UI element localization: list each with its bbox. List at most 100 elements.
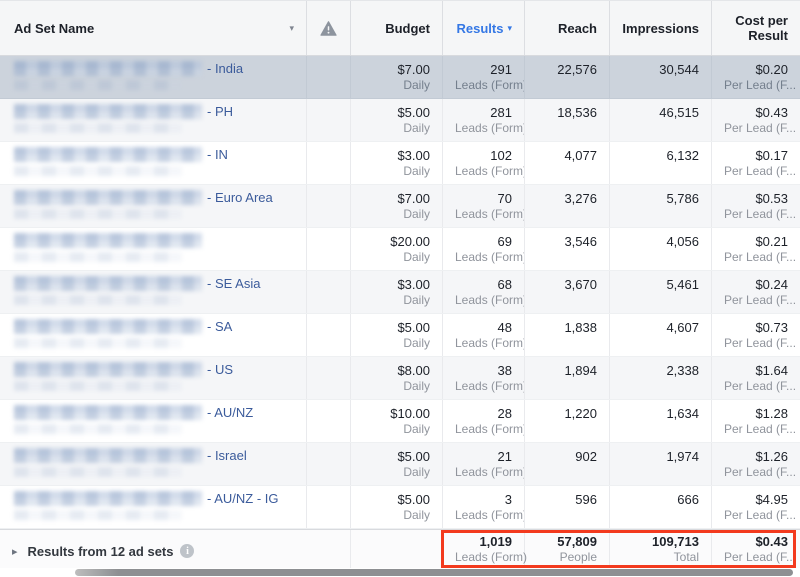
impressions-value: 1,974 [622,449,699,465]
budget-type: Daily [363,250,430,265]
delivery-warning-cell [307,400,351,442]
impressions-cell: 1,634 [610,400,712,442]
budget-value: $10.00 [363,406,430,422]
info-icon[interactable]: i [180,544,194,558]
column-header-results-sorted[interactable]: Results ▾ [443,1,525,55]
reach-value: 22,576 [537,62,597,78]
redacted-ad-set-name [14,491,202,506]
budget-type: Daily [363,465,430,480]
impressions-value: 4,607 [622,320,699,336]
impressions-cell: 5,786 [610,185,712,227]
ad-set-name-suffix[interactable]: - US [207,362,233,377]
chevron-down-icon[interactable]: ▾ [289,24,294,33]
budget-type: Daily [363,336,430,351]
budget-value: $5.00 [363,449,430,465]
impressions-value: 5,461 [622,277,699,293]
ad-set-name-suffix[interactable]: - Israel [207,448,247,463]
cpr-type: Per Lead (F... [724,207,788,222]
budget-cell: $5.00 Daily [351,486,443,528]
column-header-ad-set-name[interactable]: Ad Set Name ▾ [0,1,307,55]
totals-reach-cell: 57,809 People [525,530,610,568]
table-row[interactable]: - SE Asia $3.00 Daily 68 Leads (Form) 3,… [0,271,800,314]
budget-value: $5.00 [363,105,430,121]
table-row[interactable]: - IN $3.00 Daily 102 Leads (Form) 4,077 … [0,142,800,185]
cpr-type: Per Lead (F... [724,465,788,480]
table-row[interactable]: - AU/NZ - IG $5.00 Daily 3 Leads (Form) … [0,486,800,529]
results-type: Leads (Form) [455,250,512,265]
cpr-value: $1.28 [724,406,788,422]
results-type: Leads (Form) [455,508,512,523]
column-header-delivery-warning[interactable] [307,1,351,55]
reach-cell: 902 [525,443,610,485]
reach-header-label: Reach [558,21,597,36]
reach-value: 1,838 [537,320,597,336]
reach-value: 1,220 [537,406,597,422]
budget-type: Daily [363,164,430,179]
impressions-cell: 5,461 [610,271,712,313]
cpr-value: $0.21 [724,234,788,250]
redacted-ad-set-name [14,276,202,291]
ad-set-name-cell: - Israel [0,443,307,485]
reach-value: 3,276 [537,191,597,207]
table-row[interactable]: - PH $5.00 Daily 281 Leads (Form) 18,536… [0,99,800,142]
delivery-warning-cell [307,228,351,270]
ad-set-name-suffix[interactable]: - PH [207,104,233,119]
results-cell: 69 Leads (Form) [443,228,525,270]
impressions-cell: 2,338 [610,357,712,399]
table-row[interactable]: - Israel $5.00 Daily 21 Leads (Form) 902… [0,443,800,486]
column-header-cost-per-result[interactable]: Cost per Result [712,1,800,55]
results-type: Leads (Form) [455,422,512,437]
budget-cell: $7.00 Daily [351,56,443,98]
cpr-header-line2: Result [748,28,788,43]
results-cell: 21 Leads (Form) [443,443,525,485]
table-row[interactable]: - SA $5.00 Daily 48 Leads (Form) 1,838 4… [0,314,800,357]
totals-cpr-cell: $0.43 Per Lead (F... [712,530,800,568]
cpr-cell: $1.64 Per Lead (F... [712,357,800,399]
redacted-status-line [14,80,182,90]
ad-set-name-cell: - India [0,56,307,98]
impressions-cell: 6,132 [610,142,712,184]
reach-value: 1,894 [537,363,597,379]
table-row[interactable]: - US $8.00 Daily 38 Leads (Form) 1,894 2… [0,357,800,400]
delivery-warning-cell [307,271,351,313]
ad-set-name-suffix[interactable]: - India [207,61,243,76]
results-type: Leads (Form) [455,78,512,93]
column-header-impressions[interactable]: Impressions [610,1,712,55]
cpr-value: $0.53 [724,191,788,207]
redacted-ad-set-name [14,61,202,76]
ad-set-name-suffix[interactable]: - AU/NZ - IG [207,491,279,506]
results-type: Leads (Form) [455,121,512,136]
table-row[interactable]: - India $7.00 Daily 291 Leads (Form) 22,… [0,56,800,99]
redacted-status-line [14,209,182,219]
totals-label: Results from 12 ad sets [28,544,174,559]
ad-set-name-suffix[interactable]: - AU/NZ [207,405,253,420]
horizontal-scrollbar[interactable] [75,569,793,576]
table-row[interactable]: - AU/NZ $10.00 Daily 28 Leads (Form) 1,2… [0,400,800,443]
totals-reach-value: 57,809 [537,534,597,550]
budget-cell: $3.00 Daily [351,271,443,313]
results-cell: 291 Leads (Form) [443,56,525,98]
column-header-reach[interactable]: Reach [525,1,610,55]
totals-row: ▸ Results from 12 ad sets i 1,019 Leads … [0,529,800,569]
redacted-ad-set-name [14,362,202,377]
impressions-header-label: Impressions [622,21,699,36]
column-header-budget[interactable]: Budget [351,1,443,55]
reach-cell: 18,536 [525,99,610,141]
ad-set-name-suffix[interactable]: - SE Asia [207,276,260,291]
table-row[interactable]: $20.00 Daily 69 Leads (Form) 3,546 4,056… [0,228,800,271]
table-header: Ad Set Name ▾ Budget Results ▾ Reach Imp… [0,1,800,56]
redacted-status-line [14,252,182,262]
impressions-cell: 4,056 [610,228,712,270]
ad-set-name-cell [0,228,307,270]
ad-set-name-suffix[interactable]: - IN [207,147,228,162]
ad-set-name-suffix[interactable]: - SA [207,319,232,334]
ad-set-name-suffix[interactable]: - Euro Area [207,190,273,205]
warning-icon [320,21,337,36]
impressions-cell: 4,607 [610,314,712,356]
expand-caret-icon[interactable]: ▸ [12,545,18,558]
results-value: 3 [455,492,512,508]
table-row[interactable]: - Euro Area $7.00 Daily 70 Leads (Form) … [0,185,800,228]
delivery-warning-cell [307,357,351,399]
impressions-value: 30,544 [622,62,699,78]
table-body: - India $7.00 Daily 291 Leads (Form) 22,… [0,56,800,529]
